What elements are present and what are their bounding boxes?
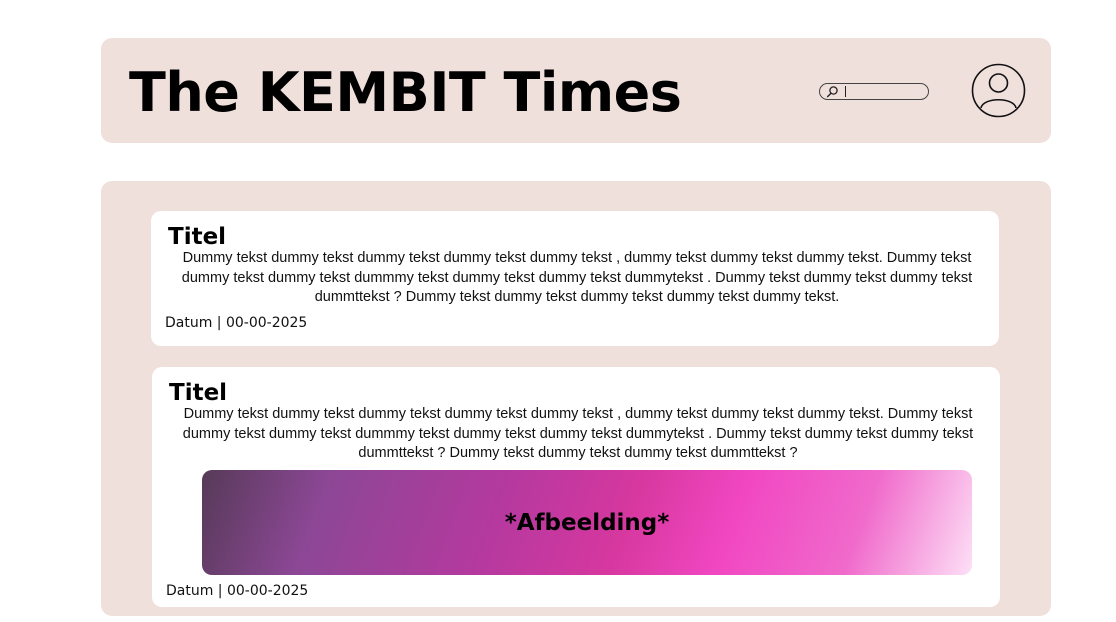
search-icon[interactable] bbox=[826, 85, 839, 98]
article-image-label: *Afbeelding* bbox=[504, 509, 670, 536]
article-title[interactable]: Titel bbox=[169, 379, 227, 407]
article-card[interactable]: Titel Dummy tekst dummy tekst dummy teks… bbox=[152, 367, 1000, 607]
article-date: Datum | 00-00-2025 bbox=[165, 315, 308, 331]
article-title[interactable]: Titel bbox=[168, 223, 226, 251]
site-header: The KEMBIT Times bbox=[101, 38, 1051, 143]
article-body: Dummy tekst dummy tekst dummy tekst dumm… bbox=[181, 250, 973, 305]
article-feed: Titel Dummy tekst dummy tekst dummy teks… bbox=[101, 181, 1051, 616]
article-card[interactable]: Titel Dummy tekst dummy tekst dummy teks… bbox=[151, 211, 999, 346]
search-box[interactable] bbox=[819, 83, 929, 100]
article-date: Datum | 00-00-2025 bbox=[166, 583, 309, 599]
article-image: *Afbeelding* bbox=[202, 470, 972, 575]
user-avatar-icon[interactable] bbox=[971, 63, 1026, 118]
article-body: Dummy tekst dummy tekst dummy tekst dumm… bbox=[182, 406, 974, 461]
site-title[interactable]: The KEMBIT Times bbox=[129, 56, 682, 130]
search-caret bbox=[845, 86, 846, 97]
search-input[interactable] bbox=[842, 84, 926, 99]
